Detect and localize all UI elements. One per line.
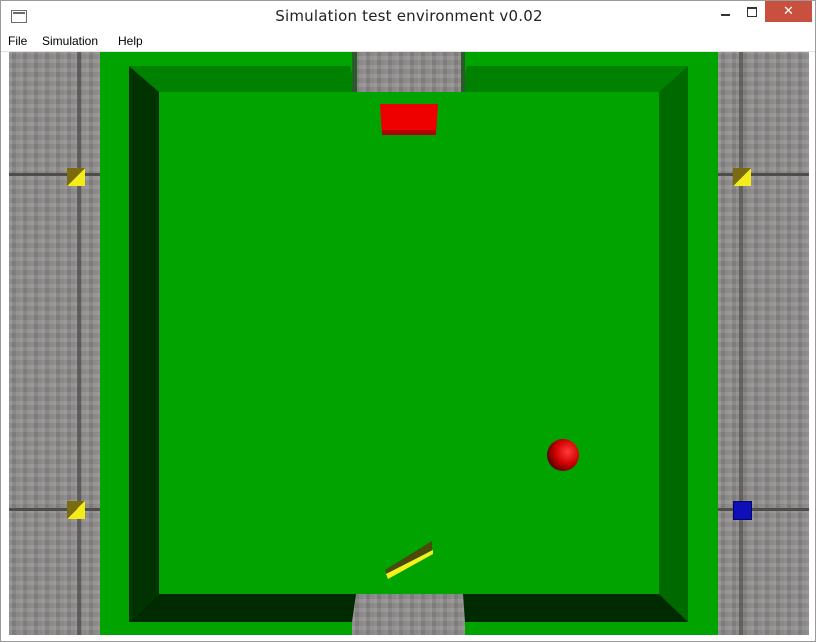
close-icon: ✕ [783,4,794,19]
app-window: Simulation test environment v0.02 ✕ File… [0,0,816,642]
menu-file[interactable]: File [8,34,27,48]
maximize-button[interactable] [738,1,766,22]
menu-bar: File Simulation Help [1,32,815,52]
wall-bottom-right [463,594,688,622]
wall-top-right [461,66,688,92]
ball [547,439,579,471]
title-bar[interactable]: Simulation test environment v0.02 ✕ [1,1,815,32]
menu-simulation[interactable]: Simulation [42,34,98,48]
corner-marker-top-left [67,168,85,186]
wall-bottom-left [129,594,356,622]
gap-shadow-right [461,52,465,92]
maximize-icon [747,6,757,17]
simulation-viewport[interactable] [9,52,809,635]
corner-marker-bottom-left [67,501,85,519]
wall-right [659,66,688,622]
gap-shadow-left [352,52,357,92]
goal-block-face [382,130,436,135]
minimize-button[interactable] [711,1,739,22]
wall-left [129,66,159,622]
corner-marker-bottom-right [733,501,752,520]
window-title: Simulation test environment v0.02 [275,7,543,25]
arena [100,52,718,635]
close-button[interactable]: ✕ [765,1,812,22]
menu-help[interactable]: Help [118,34,143,48]
wall-top-left [129,66,357,92]
playing-field [352,92,465,594]
minimize-icon [720,13,730,16]
corner-marker-top-right [733,168,751,186]
